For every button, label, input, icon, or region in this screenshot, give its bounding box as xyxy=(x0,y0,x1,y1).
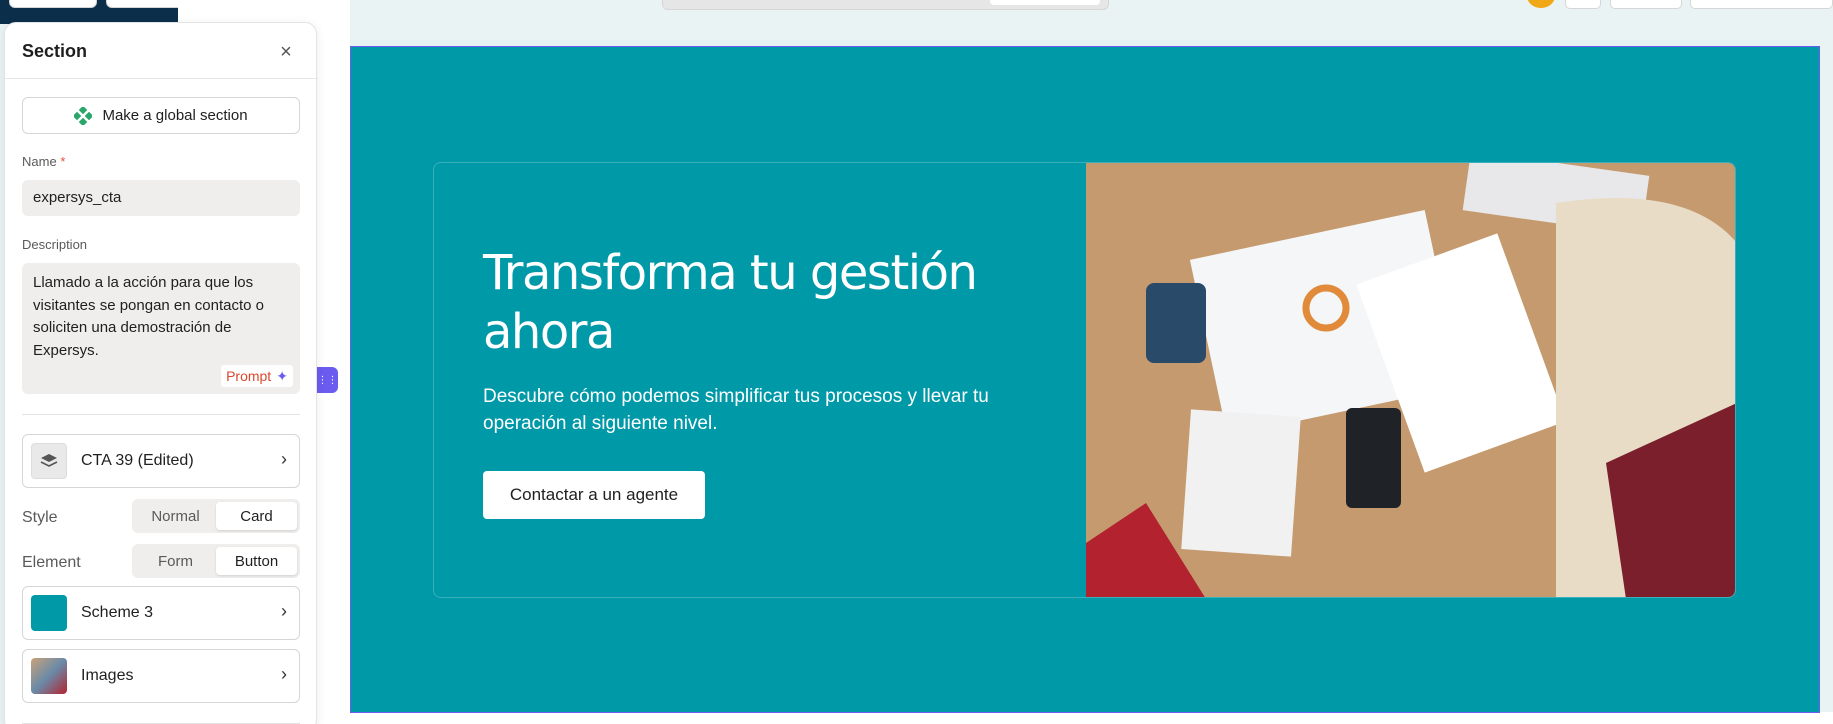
chevron-right-icon: › xyxy=(281,601,287,621)
element-label: Element xyxy=(22,554,81,571)
canvas-section[interactable]: Transforma tu gestión ahora Descubre cóm… xyxy=(350,46,1820,713)
style-label: Style xyxy=(22,509,58,526)
element-option-form[interactable]: Form xyxy=(135,547,216,575)
drag-handle[interactable]: ⋮⋮ xyxy=(317,367,338,393)
image-thumbnail xyxy=(31,658,67,694)
make-global-section-button[interactable]: Make a global section xyxy=(22,97,300,134)
section-panel: Section × Make a global section Name * e… xyxy=(4,22,318,724)
style-toggle: Normal Card xyxy=(132,499,300,533)
sparkle-icon: ✦ xyxy=(276,367,288,384)
toolbar-button[interactable] xyxy=(1565,0,1601,9)
cta-card: Transforma tu gestión ahora Descubre cóm… xyxy=(433,162,1736,598)
divider xyxy=(5,78,318,79)
template-item[interactable]: CTA 39 (Edited) › xyxy=(22,434,300,488)
global-button-label: Make a global section xyxy=(102,107,248,124)
images-item[interactable]: Images › xyxy=(22,649,300,703)
grid-dots-icon: ⋮⋮ xyxy=(317,374,338,386)
style-option-normal[interactable]: Normal xyxy=(135,502,216,530)
layers-icon xyxy=(31,443,67,479)
name-label: Name * xyxy=(22,154,66,169)
images-item-label: Images xyxy=(81,667,134,684)
color-swatch xyxy=(31,595,67,631)
cta-image xyxy=(1086,163,1735,597)
element-toggle: Form Button xyxy=(132,544,300,578)
description-label: Description xyxy=(22,237,88,252)
cta-title: Transforma tu gestión ahora xyxy=(483,245,978,360)
scheme-item-label: Scheme 3 xyxy=(81,604,154,621)
user-avatar[interactable] xyxy=(1527,0,1555,8)
prompt-button[interactable]: Prompt ✦ xyxy=(220,364,294,388)
diamond-cluster-icon xyxy=(74,106,93,125)
toolbar-button[interactable] xyxy=(9,0,97,8)
viewport-switcher[interactable] xyxy=(662,0,1109,10)
toolbar-button[interactable] xyxy=(1610,0,1682,9)
toolbar-button[interactable] xyxy=(1690,0,1833,9)
meeting-photo xyxy=(1086,163,1735,597)
chevron-right-icon: › xyxy=(281,449,287,469)
close-icon[interactable]: × xyxy=(275,41,297,63)
element-option-button[interactable]: Button xyxy=(216,547,297,575)
name-field[interactable]: expersys_cta xyxy=(22,180,300,216)
cta-description: Descubre cómo podemos simplificar tus pr… xyxy=(483,386,989,434)
prompt-label: Prompt xyxy=(226,368,272,384)
style-option-card[interactable]: Card xyxy=(216,502,297,530)
chevron-right-icon: › xyxy=(281,664,287,684)
canvas-next-section xyxy=(350,712,1833,724)
panel-title: Section xyxy=(22,41,88,61)
contact-agent-button[interactable]: Contactar a un agente xyxy=(483,471,705,519)
scheme-item[interactable]: Scheme 3 › xyxy=(22,586,300,640)
template-item-label: CTA 39 (Edited) xyxy=(81,452,194,469)
divider xyxy=(22,414,300,415)
required-mark: * xyxy=(60,154,66,169)
